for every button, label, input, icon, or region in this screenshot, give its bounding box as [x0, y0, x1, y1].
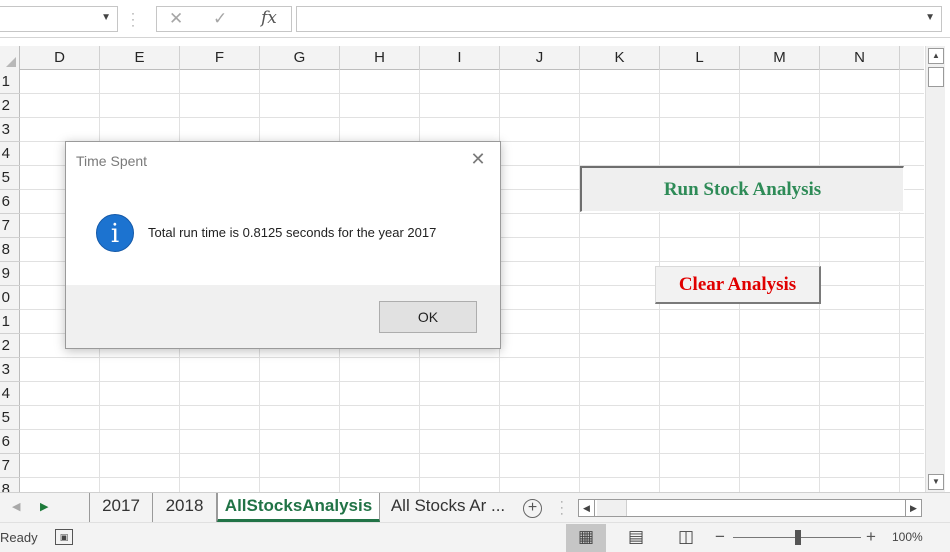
formula-bar: ▼ · · · ✕ ✓ fx ▼ — [0, 0, 950, 38]
row-header[interactable]: 2 — [0, 334, 20, 358]
next-sheet-icon[interactable]: ▶ — [40, 500, 48, 513]
row-header[interactable]: 5 — [0, 406, 20, 430]
row-gridline — [20, 357, 924, 358]
add-sheet-icon[interactable]: + — [523, 499, 542, 518]
message-dialog: Time Spent ✕ i Total run time is 0.8125 … — [65, 141, 501, 349]
name-box[interactable]: ▼ — [0, 6, 118, 32]
column-header[interactable]: K — [580, 46, 660, 70]
row-header[interactable]: 2 — [0, 94, 20, 118]
row-header[interactable]: 4 — [0, 382, 20, 406]
expand-formula-icon[interactable]: ▼ — [925, 12, 935, 23]
column-header[interactable]: L — [660, 46, 740, 70]
row-gridline — [20, 429, 924, 430]
info-icon: i — [96, 214, 134, 252]
row-header[interactable]: 6 — [0, 190, 20, 214]
previous-sheet-icon[interactable]: ◀ — [12, 500, 20, 513]
run-stock-analysis-button[interactable]: Run Stock Analysis — [580, 166, 904, 212]
excel-window: { "formula_bar": { "namebox_value": "", … — [0, 0, 950, 552]
scroll-right-icon[interactable]: ▶ — [905, 500, 921, 516]
vertical-scroll-thumb[interactable] — [928, 67, 944, 87]
row-gridline — [20, 477, 924, 478]
enter-icon[interactable]: ✓ — [213, 9, 227, 29]
select-all-icon — [6, 57, 16, 67]
column-header[interactable]: F — [180, 46, 260, 70]
insert-function-icon[interactable]: fx — [261, 8, 277, 28]
page-break-preview-icon[interactable]: ◫ — [666, 524, 706, 552]
sheet-tab-bar: ◀ ▶ 2017 2018 AllStocksAnalysis All Stoc… — [0, 492, 950, 522]
zoom-slider-thumb[interactable] — [795, 530, 801, 545]
row-header[interactable]: 8 — [0, 238, 20, 262]
row-header[interactable]: 6 — [0, 430, 20, 454]
row-header[interactable]: 9 — [0, 262, 20, 286]
column-header[interactable]: E — [100, 46, 180, 70]
column-header[interactable]: D — [20, 46, 100, 70]
row-gridline — [20, 453, 924, 454]
row-header[interactable]: 1 — [0, 70, 20, 94]
row-header[interactable]: 4 — [0, 142, 20, 166]
row-header[interactable]: 0 — [0, 286, 20, 310]
tab-allstocksanalysis[interactable]: AllStocksAnalysis — [217, 493, 380, 522]
dialog-message: Total run time is 0.8125 seconds for the… — [148, 225, 437, 240]
row-gridline — [20, 117, 924, 118]
dialog-title: Time Spent — [76, 153, 148, 169]
status-bar: Ready ▣ ▦ ▤ ◫ − + 100% — [0, 522, 950, 552]
column-headers: DEFGHIJKLMN — [0, 46, 924, 70]
ok-button[interactable]: OK — [379, 301, 477, 333]
tab-2018[interactable]: 2018 — [153, 493, 217, 522]
zoom-level[interactable]: 100% — [892, 530, 923, 544]
cancel-icon[interactable]: ✕ — [169, 9, 183, 29]
column-header[interactable]: H — [340, 46, 420, 70]
drag-handle-icon[interactable]: · · · — [131, 7, 137, 31]
row-header[interactable]: 3 — [0, 358, 20, 382]
column-header[interactable]: G — [260, 46, 340, 70]
normal-view-icon[interactable]: ▦ — [566, 524, 606, 552]
vertical-scrollbar[interactable]: ▲ ▼ — [925, 46, 945, 492]
column-header[interactable]: N — [820, 46, 900, 70]
row-header[interactable]: 1 — [0, 310, 20, 334]
tab-all-stocks-ar[interactable]: All Stocks Ar ... — [380, 493, 516, 522]
page-layout-view-icon[interactable]: ▤ — [616, 524, 656, 552]
scroll-left-icon[interactable]: ◀ — [579, 500, 595, 516]
zoom-out-icon[interactable]: − — [715, 527, 725, 547]
formula-buttons: ✕ ✓ fx — [156, 6, 292, 32]
chevron-down-icon[interactable]: ▼ — [101, 12, 111, 23]
row-gridline — [20, 93, 924, 94]
row-header[interactable]: 8 — [0, 478, 20, 492]
horizontal-scrollbar[interactable]: ◀ ▶ — [578, 499, 922, 517]
column-header[interactable]: I — [420, 46, 500, 70]
scroll-up-icon[interactable]: ▲ — [928, 48, 944, 64]
tab-split-handle-icon[interactable]: · · · — [560, 497, 566, 520]
column-header[interactable]: M — [740, 46, 820, 70]
column-header[interactable]: J — [500, 46, 580, 70]
dialog-footer: OK — [66, 285, 500, 348]
row-headers: 123456789012345678 — [0, 70, 20, 492]
status-ready: Ready — [0, 530, 38, 545]
tab-2017[interactable]: 2017 — [89, 493, 153, 522]
zoom-in-icon[interactable]: + — [866, 527, 876, 547]
clear-analysis-button[interactable]: Clear Analysis — [655, 266, 821, 304]
horizontal-scroll-thumb[interactable] — [597, 500, 627, 516]
row-header[interactable]: 5 — [0, 166, 20, 190]
row-gridline — [20, 405, 924, 406]
row-gridline — [20, 381, 924, 382]
formula-input[interactable]: ▼ — [296, 6, 942, 32]
row-header[interactable]: 3 — [0, 118, 20, 142]
row-header[interactable]: 7 — [0, 454, 20, 478]
close-icon[interactable]: ✕ — [468, 149, 488, 170]
macro-record-icon[interactable]: ▣ — [55, 529, 73, 545]
select-all-corner[interactable] — [0, 46, 20, 70]
scroll-down-icon[interactable]: ▼ — [928, 474, 944, 490]
row-header[interactable]: 7 — [0, 214, 20, 238]
